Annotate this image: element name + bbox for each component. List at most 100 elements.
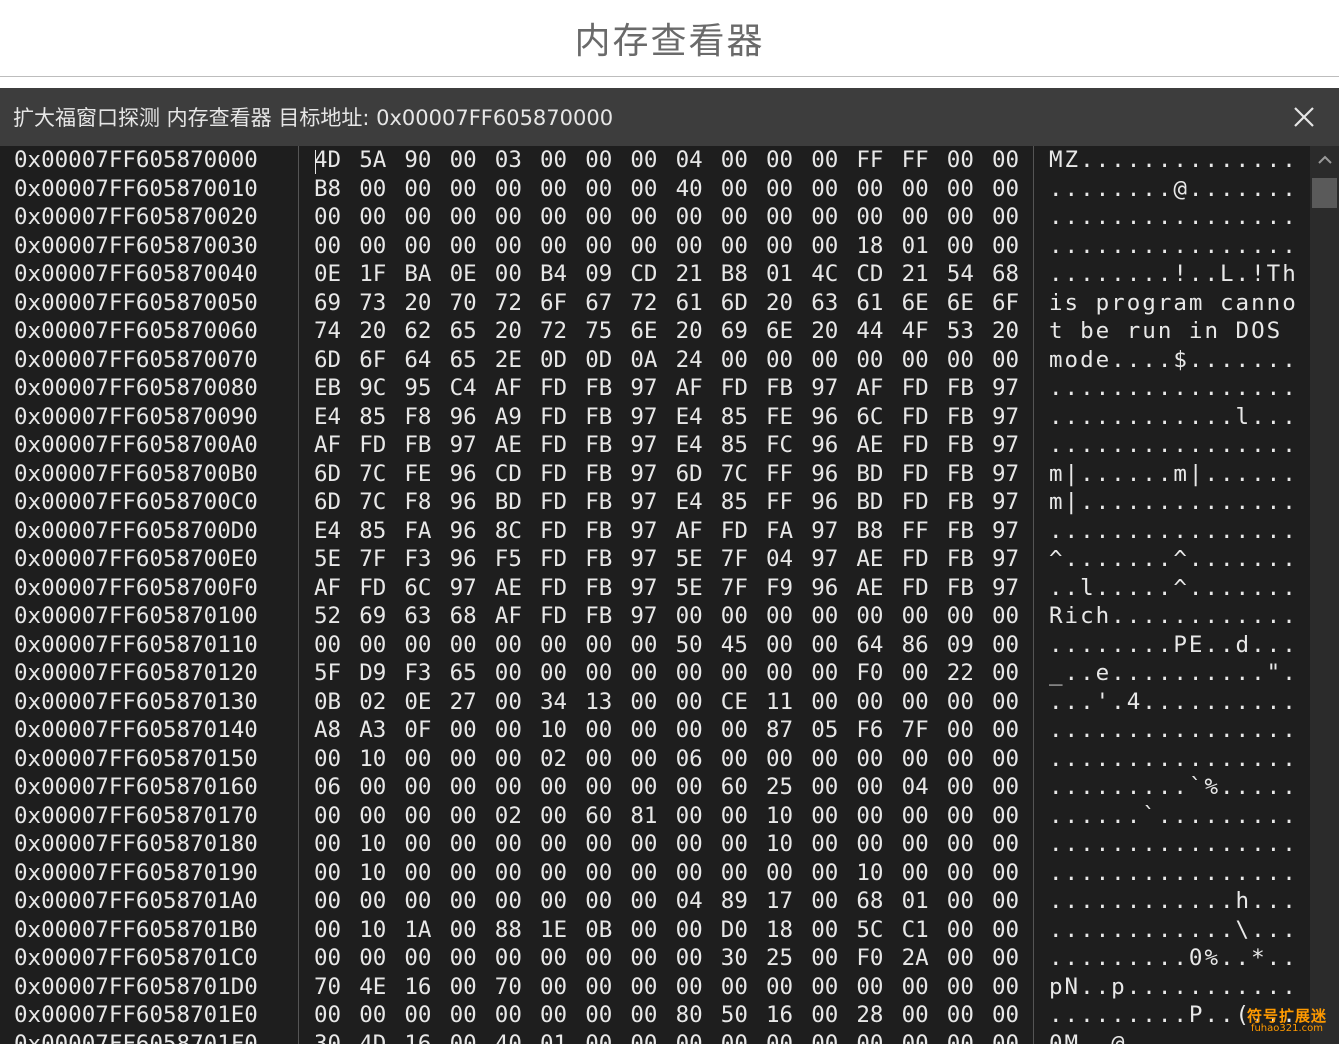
hex-byte[interactable]: 97 xyxy=(450,574,477,603)
hex-byte[interactable]: 00 xyxy=(495,830,522,859)
hex-byte[interactable]: 96 xyxy=(811,488,838,517)
hex-byte[interactable]: 00 xyxy=(992,688,1019,717)
hex-byte[interactable]: 9C xyxy=(359,374,386,403)
hex-byte[interactable]: 04 xyxy=(902,773,929,802)
hex-byte[interactable]: 97 xyxy=(630,545,657,574)
hex-byte[interactable]: 21 xyxy=(676,260,703,289)
hex-byte[interactable]: 00 xyxy=(540,944,567,973)
hex-byte[interactable]: 10 xyxy=(359,859,386,888)
hex-byte[interactable]: 00 xyxy=(947,602,974,631)
hex-byte[interactable]: 85 xyxy=(721,431,748,460)
hex-byte[interactable]: 00 xyxy=(495,944,522,973)
hex-byte[interactable]: 97 xyxy=(992,545,1019,574)
hex-byte[interactable]: 00 xyxy=(495,859,522,888)
hex-byte[interactable]: 20 xyxy=(766,289,793,318)
hex-byte[interactable]: 00 xyxy=(314,631,341,660)
hex-byte[interactable]: FD xyxy=(540,488,567,517)
hex-byte[interactable]: 00 xyxy=(811,916,838,945)
hex-byte[interactable]: 16 xyxy=(766,1001,793,1030)
hex-byte[interactable]: 00 xyxy=(811,659,838,688)
hex-byte[interactable]: 54 xyxy=(947,260,974,289)
hex-byte[interactable]: 0E xyxy=(314,260,341,289)
hex-byte[interactable]: 20 xyxy=(359,317,386,346)
hex-dump-area[interactable]: 0x00007FF605870000 4D 5A 90 00 03 00 00 00 04 00 00… xyxy=(0,146,1310,1044)
hex-byte[interactable]: 85 xyxy=(359,403,386,432)
hex-byte[interactable]: 00 xyxy=(676,802,703,831)
hex-byte[interactable]: 00 xyxy=(676,859,703,888)
hex-byte[interactable]: 97 xyxy=(992,431,1019,460)
hex-byte[interactable]: FC xyxy=(766,431,793,460)
hex-byte[interactable]: 70 xyxy=(314,973,341,1002)
hex-byte[interactable]: 60 xyxy=(585,802,612,831)
hex-byte[interactable]: 0E xyxy=(450,260,477,289)
hex-byte[interactable]: 00 xyxy=(495,175,522,204)
hex-byte[interactable]: 50 xyxy=(676,631,703,660)
hex-byte[interactable]: 68 xyxy=(450,602,477,631)
hex-byte[interactable]: 00 xyxy=(450,146,477,175)
window-titlebar[interactable]: 扩大福窗口探测 内存查看器 目标地址: 0x00007FF605870000 xyxy=(0,88,1339,146)
hex-byte[interactable]: 6D xyxy=(314,488,341,517)
hex-byte[interactable]: 00 xyxy=(495,631,522,660)
hex-byte[interactable]: FD xyxy=(540,460,567,489)
hex-byte[interactable]: 09 xyxy=(947,631,974,660)
hex-byte[interactable]: 97 xyxy=(450,431,477,460)
hex-byte[interactable]: 00 xyxy=(902,659,929,688)
hex-byte[interactable]: 00 xyxy=(992,716,1019,745)
hex-byte[interactable]: 00 xyxy=(585,973,612,1002)
hex-byte[interactable]: AE xyxy=(495,431,522,460)
hex-byte[interactable]: 00 xyxy=(992,631,1019,660)
hex-row[interactable]: 0x00007FF6058701B0 00 10 1A 00 88 1E 0B 00 00 D0 18… xyxy=(0,916,1310,945)
hex-byte[interactable]: 06 xyxy=(676,745,703,774)
hex-byte[interactable]: 00 xyxy=(630,773,657,802)
hex-byte[interactable]: 0A xyxy=(630,346,657,375)
hex-row[interactable]: 0x00007FF605870000 4D 5A 90 00 03 00 00 00 04 00 00… xyxy=(0,146,1310,175)
hex-byte[interactable]: 61 xyxy=(856,289,883,318)
hex-byte[interactable]: BD xyxy=(856,488,883,517)
hex-byte[interactable]: 00 xyxy=(630,973,657,1002)
hex-byte[interactable]: 00 xyxy=(721,203,748,232)
hex-byte[interactable]: 00 xyxy=(766,973,793,1002)
hex-byte[interactable]: 00 xyxy=(450,203,477,232)
hex-byte[interactable]: 00 xyxy=(495,745,522,774)
hex-byte[interactable]: 00 xyxy=(676,773,703,802)
hex-byte[interactable]: 00 xyxy=(902,346,929,375)
hex-byte[interactable]: 5E xyxy=(314,545,341,574)
hex-byte[interactable]: 00 xyxy=(766,631,793,660)
hex-byte[interactable]: 50 xyxy=(721,1001,748,1030)
hex-byte[interactable]: 00 xyxy=(766,602,793,631)
hex-byte[interactable]: 74 xyxy=(314,317,341,346)
hex-byte[interactable]: AE xyxy=(495,574,522,603)
hex-byte[interactable]: 10 xyxy=(766,802,793,831)
hex-byte[interactable]: 96 xyxy=(811,574,838,603)
hex-byte[interactable]: 00 xyxy=(766,203,793,232)
hex-byte[interactable]: 97 xyxy=(630,602,657,631)
hex-byte[interactable]: 00 xyxy=(992,887,1019,916)
hex-byte[interactable]: 00 xyxy=(630,146,657,175)
hex-byte[interactable]: 00 xyxy=(450,802,477,831)
hex-byte[interactable]: 00 xyxy=(450,973,477,1002)
hex-byte[interactable]: 00 xyxy=(856,973,883,1002)
hex-byte[interactable]: 1F xyxy=(359,260,386,289)
hex-byte[interactable]: 00 xyxy=(404,944,431,973)
hex-byte[interactable]: 75 xyxy=(585,317,612,346)
hex-byte[interactable]: 00 xyxy=(856,602,883,631)
hex-byte[interactable]: 6E xyxy=(947,289,974,318)
hex-byte[interactable]: FB xyxy=(947,431,974,460)
hex-byte[interactable]: 97 xyxy=(992,460,1019,489)
hex-row[interactable]: 0x00007FF605870100 52 69 63 68 AF FD FB 97 00 00 00… xyxy=(0,602,1310,631)
hex-row[interactable]: 0x00007FF605870150 00 10 00 00 00 02 00 00 06 00 00… xyxy=(0,745,1310,774)
hex-byte[interactable]: FB xyxy=(585,545,612,574)
hex-byte[interactable]: 00 xyxy=(314,830,341,859)
hex-byte[interactable]: 00 xyxy=(585,232,612,261)
hex-byte[interactable]: 00 xyxy=(992,346,1019,375)
hex-byte[interactable]: EB xyxy=(314,374,341,403)
hex-row[interactable]: 0x00007FF605870040 0E 1F BA 0E 00 B4 09 CD 21 B8 01… xyxy=(0,260,1310,289)
hex-byte[interactable]: 97 xyxy=(992,374,1019,403)
hex-byte[interactable]: FB xyxy=(585,488,612,517)
hex-byte[interactable]: 00 xyxy=(811,1030,838,1044)
hex-byte[interactable]: 00 xyxy=(947,1001,974,1030)
hex-byte[interactable]: 00 xyxy=(495,260,522,289)
hex-byte[interactable]: 00 xyxy=(947,346,974,375)
hex-byte[interactable]: 17 xyxy=(766,887,793,916)
hex-byte[interactable]: 00 xyxy=(856,688,883,717)
